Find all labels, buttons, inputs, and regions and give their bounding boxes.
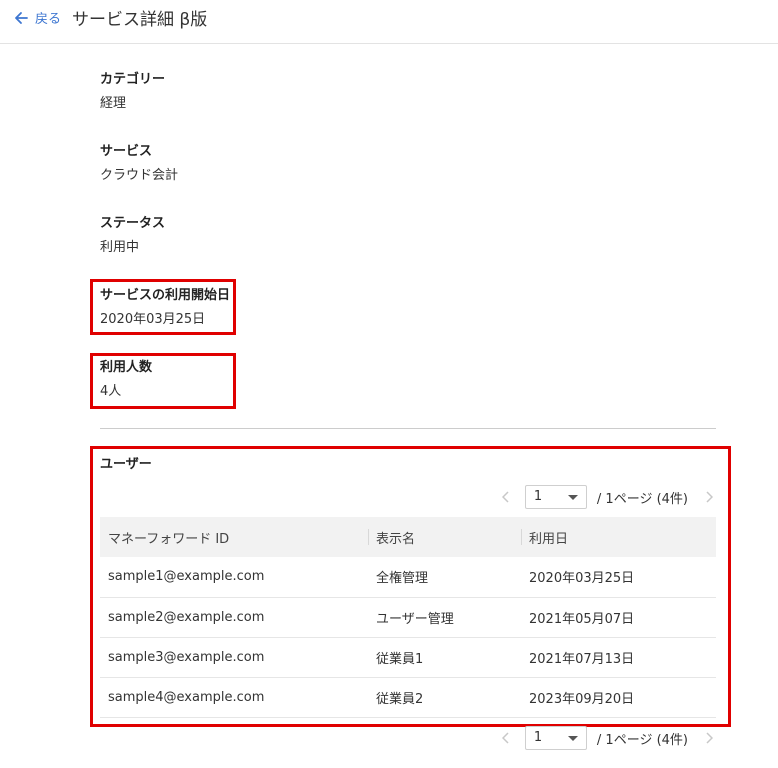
caret-down-icon (567, 736, 578, 741)
chevron-right-icon[interactable] (702, 731, 716, 745)
page-select-value: 1 (533, 730, 543, 745)
back-link[interactable]: 戻る (13, 10, 61, 30)
field-label: サービス (100, 144, 153, 159)
back-label: 戻る (35, 12, 62, 27)
arrow-left-icon (13, 10, 29, 30)
highlight-user-count (90, 353, 236, 409)
field-value: 経理 (100, 96, 127, 111)
field-category: カテゴリー 経理 (100, 71, 165, 113)
section-divider (100, 428, 716, 429)
field-value: 利用中 (100, 240, 140, 255)
field-label: カテゴリー (100, 72, 166, 87)
field-status: ステータス 利用中 (100, 215, 165, 257)
page-header: 戻る サービス詳細 β版 (0, 0, 778, 44)
highlight-users-section (90, 446, 731, 727)
chevron-left-icon[interactable] (499, 731, 513, 745)
field-label: ステータス (100, 216, 166, 231)
page-title: サービス詳細 β版 (72, 10, 208, 30)
page-select[interactable]: 1 (524, 726, 587, 750)
field-service: サービス クラウド会計 (100, 143, 178, 185)
highlight-start-date (90, 279, 236, 335)
field-value: クラウド会計 (100, 168, 179, 183)
pager-summary: / 1ページ (4件) (596, 732, 688, 748)
pagination-bottom: 1 / 1ページ (4件) (499, 725, 716, 751)
